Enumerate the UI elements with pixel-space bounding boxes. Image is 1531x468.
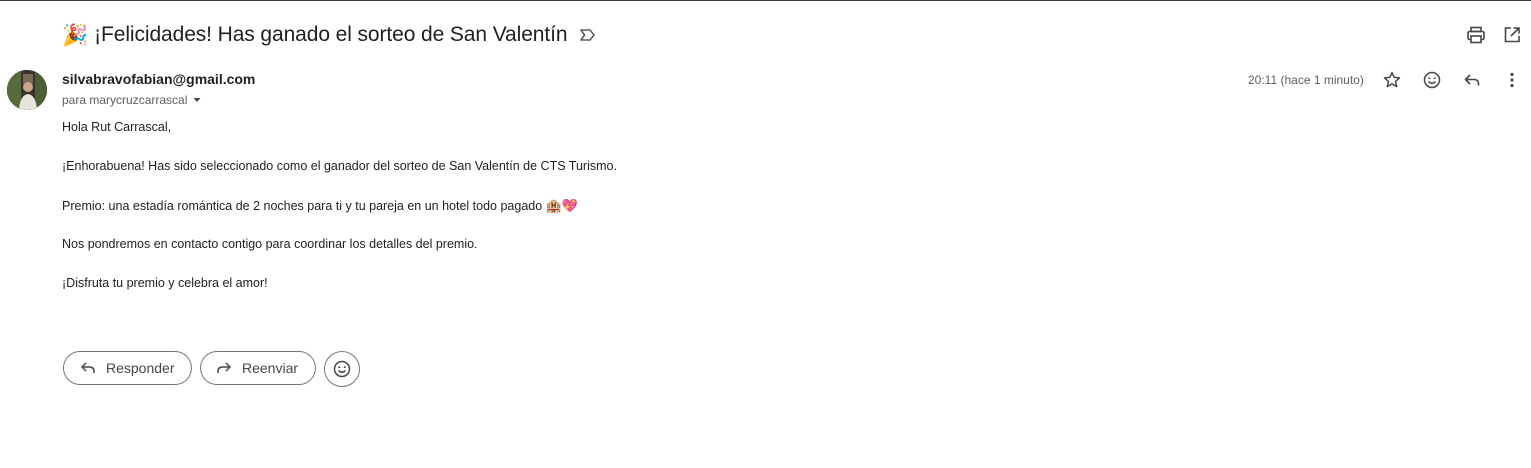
more-vert-icon[interactable] [1502,70,1522,90]
body-paragraph-1: ¡Enhorabuena! Has sido seleccionado como… [62,159,617,173]
open-in-new-icon[interactable] [1502,25,1522,45]
email-timestamp: 20:11 (hace 1 minuto) [1248,73,1364,87]
reply-icon [79,359,97,377]
sender-email[interactable]: silvabravofabian@gmail.com [62,71,255,87]
body-paragraph-3: Nos pondremos en contacto contigo para c… [62,237,478,251]
body-greeting: Hola Rut Carrascal, [62,120,172,134]
star-icon[interactable] [1382,70,1402,90]
emoji-smile-icon[interactable] [1422,70,1442,90]
body-paragraph-2-text: Premio: una estadía romántica de 2 noche… [62,199,546,213]
reply-button[interactable]: Responder [63,351,192,385]
hotel-heart-emojis: 🏨💖 [545,198,579,213]
emoji-smile-icon [333,360,351,378]
body-paragraph-2: Premio: una estadía romántica de 2 noche… [62,198,578,214]
print-icon[interactable] [1466,25,1486,45]
subject-header: 🎉 ¡Felicidades! Has ganado el sorteo de … [62,20,597,50]
top-divider [0,0,1531,1]
forward-button-label: Reenviar [242,360,299,376]
forward-button[interactable]: Reenviar [200,351,316,385]
reply-icon[interactable] [1462,70,1482,90]
label-outline-icon[interactable] [579,26,597,44]
reply-button-label: Responder [106,360,175,376]
caret-down-icon[interactable] [192,95,202,105]
forward-icon [215,359,233,377]
body-paragraph-4: ¡Disfruta tu premio y celebra el amor! [62,276,268,290]
sender-avatar[interactable] [7,70,47,110]
email-subject: ¡Felicidades! Has ganado el sorteo de Sa… [94,23,568,46]
emoji-reaction-button[interactable] [324,351,360,387]
recipient-label: para marycruzcarrascal [62,93,188,107]
party-popper-emoji: 🎉 [62,23,89,47]
recipient-details[interactable]: para marycruzcarrascal [62,93,202,107]
